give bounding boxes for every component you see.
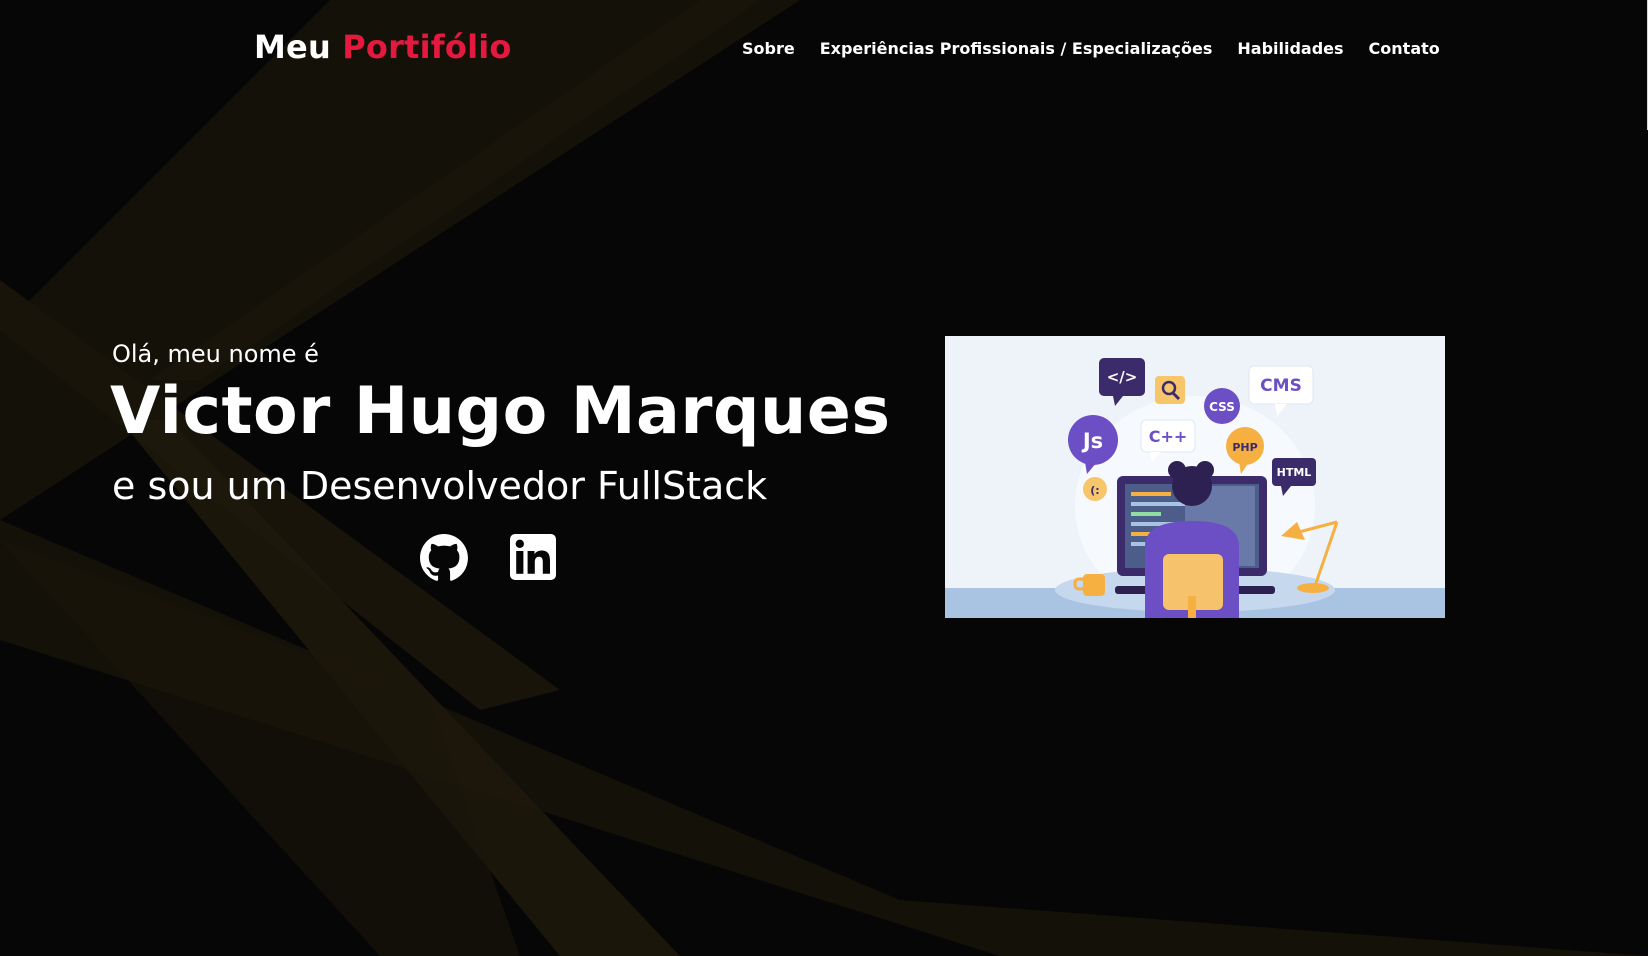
developer-illustration: </> CSS CMS Js C++ PHP HTML (: [945,336,1445,618]
svg-text:CSS: CSS [1209,400,1235,414]
svg-text:Js: Js [1081,429,1103,453]
hero-greeting: Olá, meu nome é [112,340,319,368]
hero-role: e sou um Desenvolvedor FullStack [112,464,768,508]
css-bubble: CSS [1204,388,1240,424]
svg-text:HTML: HTML [1277,466,1312,479]
linkedin-link[interactable] [509,533,559,583]
svg-text:(:: (: [1090,484,1099,497]
logo-text-main: Meu [254,28,331,66]
linkedin-icon [510,534,556,580]
portfolio-page: Meu Portifólio Sobre Experiências Profis… [0,0,1648,956]
search-bubble [1155,376,1185,404]
social-links [419,533,559,583]
github-link[interactable] [419,533,469,583]
svg-text:PHP: PHP [1232,441,1257,454]
logo-text-accent: Portifólio [342,28,512,66]
hero-name: Victor Hugo Marques [110,374,891,449]
site-logo[interactable]: Meu Portifólio [254,28,512,66]
svg-text:</>: </> [1107,368,1138,386]
nav-link-habilidades[interactable]: Habilidades [1237,39,1343,58]
svg-text:CMS: CMS [1260,376,1302,396]
github-icon [420,534,468,581]
svg-text:C++: C++ [1149,427,1188,446]
nav-link-experiencias[interactable]: Experiências Profissionais / Especializa… [820,39,1213,58]
smile-bubble: (: [1083,477,1107,501]
main-nav: Sobre Experiências Profissionais / Espec… [742,39,1440,58]
nav-link-sobre[interactable]: Sobre [742,39,795,58]
developer-illustration-svg: </> CSS CMS Js C++ PHP HTML (: [945,336,1445,618]
nav-link-contato[interactable]: Contato [1369,39,1440,58]
